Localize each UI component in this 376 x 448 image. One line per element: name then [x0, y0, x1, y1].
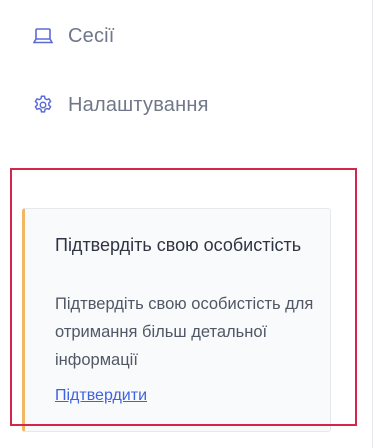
gear-icon: [32, 94, 54, 116]
sidebar-panel: Сесії Налаштування Підтвердіть свою особ…: [0, 0, 376, 448]
laptop-icon: [32, 25, 54, 47]
sidebar-item-settings[interactable]: Налаштування: [32, 90, 209, 120]
sidebar-divider: [372, 0, 373, 448]
sidebar-item-label: Сесії: [68, 24, 115, 47]
highlight-outline: [10, 168, 357, 426]
sidebar-item-sessions[interactable]: Сесії: [32, 21, 115, 51]
sidebar-item-label: Налаштування: [68, 93, 209, 116]
